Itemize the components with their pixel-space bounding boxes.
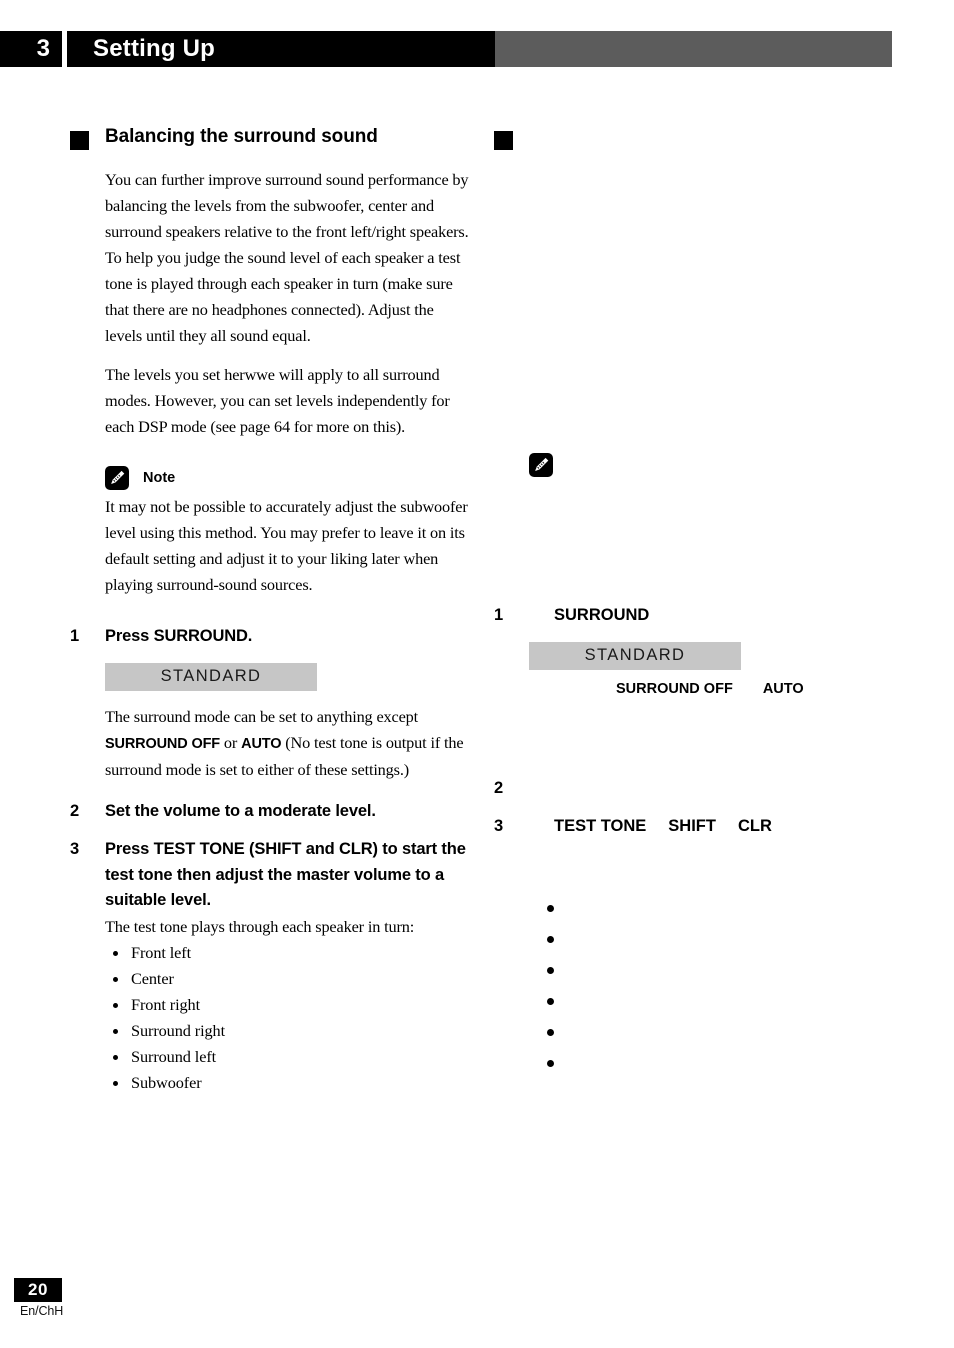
display-readout-value: STANDARD xyxy=(584,646,686,664)
english-column: Balancing the surround sound You can fur… xyxy=(70,126,470,1096)
page-number-box: 20 xyxy=(14,1278,62,1302)
step-1-controls-translated: SURROUND OFF AUTO xyxy=(494,676,894,702)
step-3: 3 Press TEST TONE (SHIFT and CLR) to sta… xyxy=(70,837,470,914)
step-2-number-translated: 2 xyxy=(494,778,504,797)
control-auto: AUTO xyxy=(762,680,804,697)
step-1-number-translated: 1 xyxy=(494,606,504,624)
step-1-number: 1 xyxy=(70,627,80,645)
list-item xyxy=(529,985,894,1016)
step-1-translated: 1 SURROUND xyxy=(494,603,894,629)
pencil-note-icon xyxy=(529,453,553,477)
translation-column: 1 SURROUND STANDARD SURROUND OFF AUTO 2 3… xyxy=(494,128,894,1078)
step-2-title: Set the volume to a moderate level. xyxy=(105,801,376,820)
step-3-number: 3 xyxy=(70,840,80,858)
chapter-title-box: Setting Up xyxy=(67,31,495,67)
display-readout-standard: STANDARD xyxy=(105,662,317,691)
step-1: 1 Press SURROUND. xyxy=(70,624,470,650)
list-item: Center xyxy=(105,966,470,992)
step-3-title: Press TEST TONE (SHIFT and CLR) to start… xyxy=(105,840,466,909)
chapter-title: Setting Up xyxy=(93,35,215,62)
control-surround-off: SURROUND OFF xyxy=(616,680,733,697)
list-item: Surround right xyxy=(105,1018,470,1044)
control-surround: SURROUND xyxy=(554,606,650,624)
list-item xyxy=(529,954,894,985)
list-item xyxy=(529,1016,894,1047)
intro-paragraph-2: The levels you set herwwe will apply to … xyxy=(105,365,450,436)
step-1-body-lead: The surround mode can be set to anything… xyxy=(105,706,419,726)
control-auto: AUTO xyxy=(241,735,282,752)
speaker-order-list: Front left Center Front right Surround r… xyxy=(105,940,470,1096)
step-2-title-translated xyxy=(554,776,894,802)
note-body: It may not be possible to accurately adj… xyxy=(105,494,470,598)
language-code: En/ChH xyxy=(20,1304,64,1318)
list-item: Front right xyxy=(105,992,470,1018)
step-1-body-mid: or xyxy=(220,732,242,752)
step-1-title: Press SURROUND. xyxy=(105,627,253,645)
section-heading: Balancing the surround sound xyxy=(70,126,470,154)
step-2-translated: 2 xyxy=(494,776,894,802)
intro-paragraph-1: You can further improve surround sound p… xyxy=(105,170,469,345)
page-number: 20 xyxy=(28,1280,48,1299)
note-label: Note xyxy=(143,470,176,486)
step-2: 2 Set the volume to a moderate level. xyxy=(70,799,470,825)
list-item: Surround left xyxy=(105,1044,470,1070)
step-1-body: The surround mode can be set to anything… xyxy=(105,704,470,783)
speaker-order-list-translated xyxy=(529,892,894,1078)
step-3-number-translated: 3 xyxy=(494,817,504,835)
step-3-translated: 3 TEST TONE SHIFT CLR xyxy=(494,814,894,840)
control-surround-off: SURROUND OFF xyxy=(105,735,221,752)
square-bullet-icon xyxy=(494,131,513,150)
pencil-note-icon xyxy=(105,466,129,490)
list-item xyxy=(529,1047,894,1078)
square-bullet-icon xyxy=(70,131,89,150)
chapter-number-box: 3 xyxy=(0,31,62,67)
section-heading-translated xyxy=(494,128,894,154)
control-shift: SHIFT xyxy=(668,817,716,835)
page-footer: 20 En/ChH xyxy=(14,1278,63,1318)
section-heading-label: Balancing the surround sound xyxy=(105,126,378,147)
chapter-number: 3 xyxy=(36,35,50,62)
list-item xyxy=(529,923,894,954)
page-header: 3 Setting Up xyxy=(0,31,892,67)
step-2-number: 2 xyxy=(70,801,80,820)
step-3-controls-translated: TEST TONE SHIFT CLR xyxy=(554,814,894,840)
intro-text: You can further improve surround sound p… xyxy=(105,167,470,440)
header-gray-filler xyxy=(495,31,892,67)
list-item: Front left xyxy=(105,940,470,966)
list-item xyxy=(529,892,894,923)
control-clr: CLR xyxy=(737,817,772,835)
step-3-body: The test tone plays through each speaker… xyxy=(105,916,415,936)
control-test-tone: TEST TONE xyxy=(554,817,647,835)
display-readout-value: STANDARD xyxy=(160,667,262,685)
note-header: Note xyxy=(105,466,470,494)
note-paragraph: It may not be possible to accurately adj… xyxy=(105,497,468,594)
list-item: Subwoofer xyxy=(105,1070,470,1096)
display-readout-standard-translated: STANDARD xyxy=(529,641,741,670)
